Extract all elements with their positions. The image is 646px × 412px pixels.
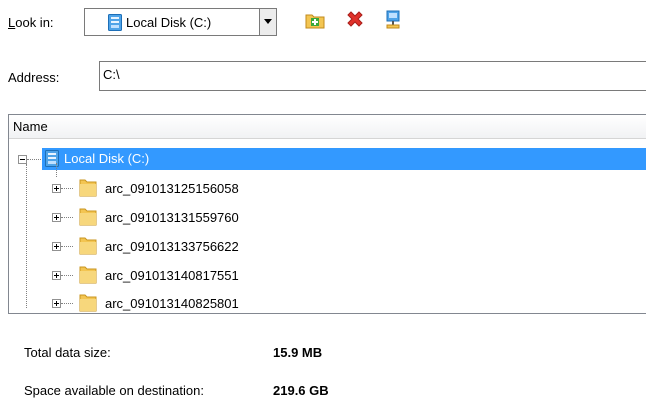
folder-tree[interactable]: Name Local Disk (C:) arc_091013125156058 [8, 114, 646, 314]
look-in-value: Local Disk (C:) [126, 15, 212, 30]
new-folder-icon[interactable] [304, 9, 326, 31]
network-drive-icon[interactable] [383, 9, 405, 31]
look-in-dropdown[interactable]: Local Disk (C:) [84, 8, 277, 36]
tree-item[interactable]: arc_091013125156058 [9, 177, 646, 201]
delete-icon[interactable] [344, 9, 366, 31]
tree-item-label: arc_091013140817551 [105, 268, 239, 283]
selection-highlight: Local Disk (C:) [42, 148, 646, 170]
folder-icon [79, 237, 97, 255]
tree-item-label: arc_091013133756622 [105, 239, 239, 254]
collapse-icon[interactable] [18, 155, 27, 164]
expand-icon[interactable] [52, 242, 61, 251]
expand-icon[interactable] [52, 184, 61, 193]
expand-icon[interactable] [52, 213, 61, 222]
tree-item-label: Local Disk (C:) [64, 151, 150, 166]
tree-item[interactable]: arc_091013131559760 [9, 206, 646, 230]
tree-item-label: arc_091013125156058 [105, 181, 239, 196]
total-data-size-label: Total data size: [24, 345, 111, 360]
column-header-name[interactable]: Name [9, 115, 646, 139]
tree-item[interactable]: arc_091013140825801 [9, 292, 646, 313]
address-label: Address: [8, 70, 60, 85]
column-header-label: Name [13, 119, 48, 134]
tree-item-label: arc_091013140825801 [105, 296, 239, 311]
folder-icon [79, 179, 97, 197]
tree-line [56, 163, 57, 177]
space-available-label: Space available on destination: [24, 383, 204, 398]
tree-item[interactable]: arc_091013140817551 [9, 264, 646, 288]
expand-icon[interactable] [52, 299, 61, 308]
total-data-size-value: 15.9 MB [273, 345, 323, 360]
chevron-down-icon[interactable] [259, 9, 276, 35]
address-field[interactable] [99, 61, 646, 91]
tree-item[interactable]: arc_091013133756622 [9, 235, 646, 259]
expand-icon[interactable] [52, 271, 61, 280]
look-in-label: Look in: [8, 15, 54, 30]
tree-item-label: arc_091013131559760 [105, 210, 239, 225]
space-available-value: 219.6 GB [273, 383, 329, 398]
folder-icon [79, 266, 97, 284]
folder-icon [79, 294, 97, 312]
drive-icon [108, 14, 122, 31]
address-input[interactable] [103, 67, 643, 82]
tree-item-root[interactable]: Local Disk (C:) [9, 148, 646, 172]
folder-icon [79, 208, 97, 226]
